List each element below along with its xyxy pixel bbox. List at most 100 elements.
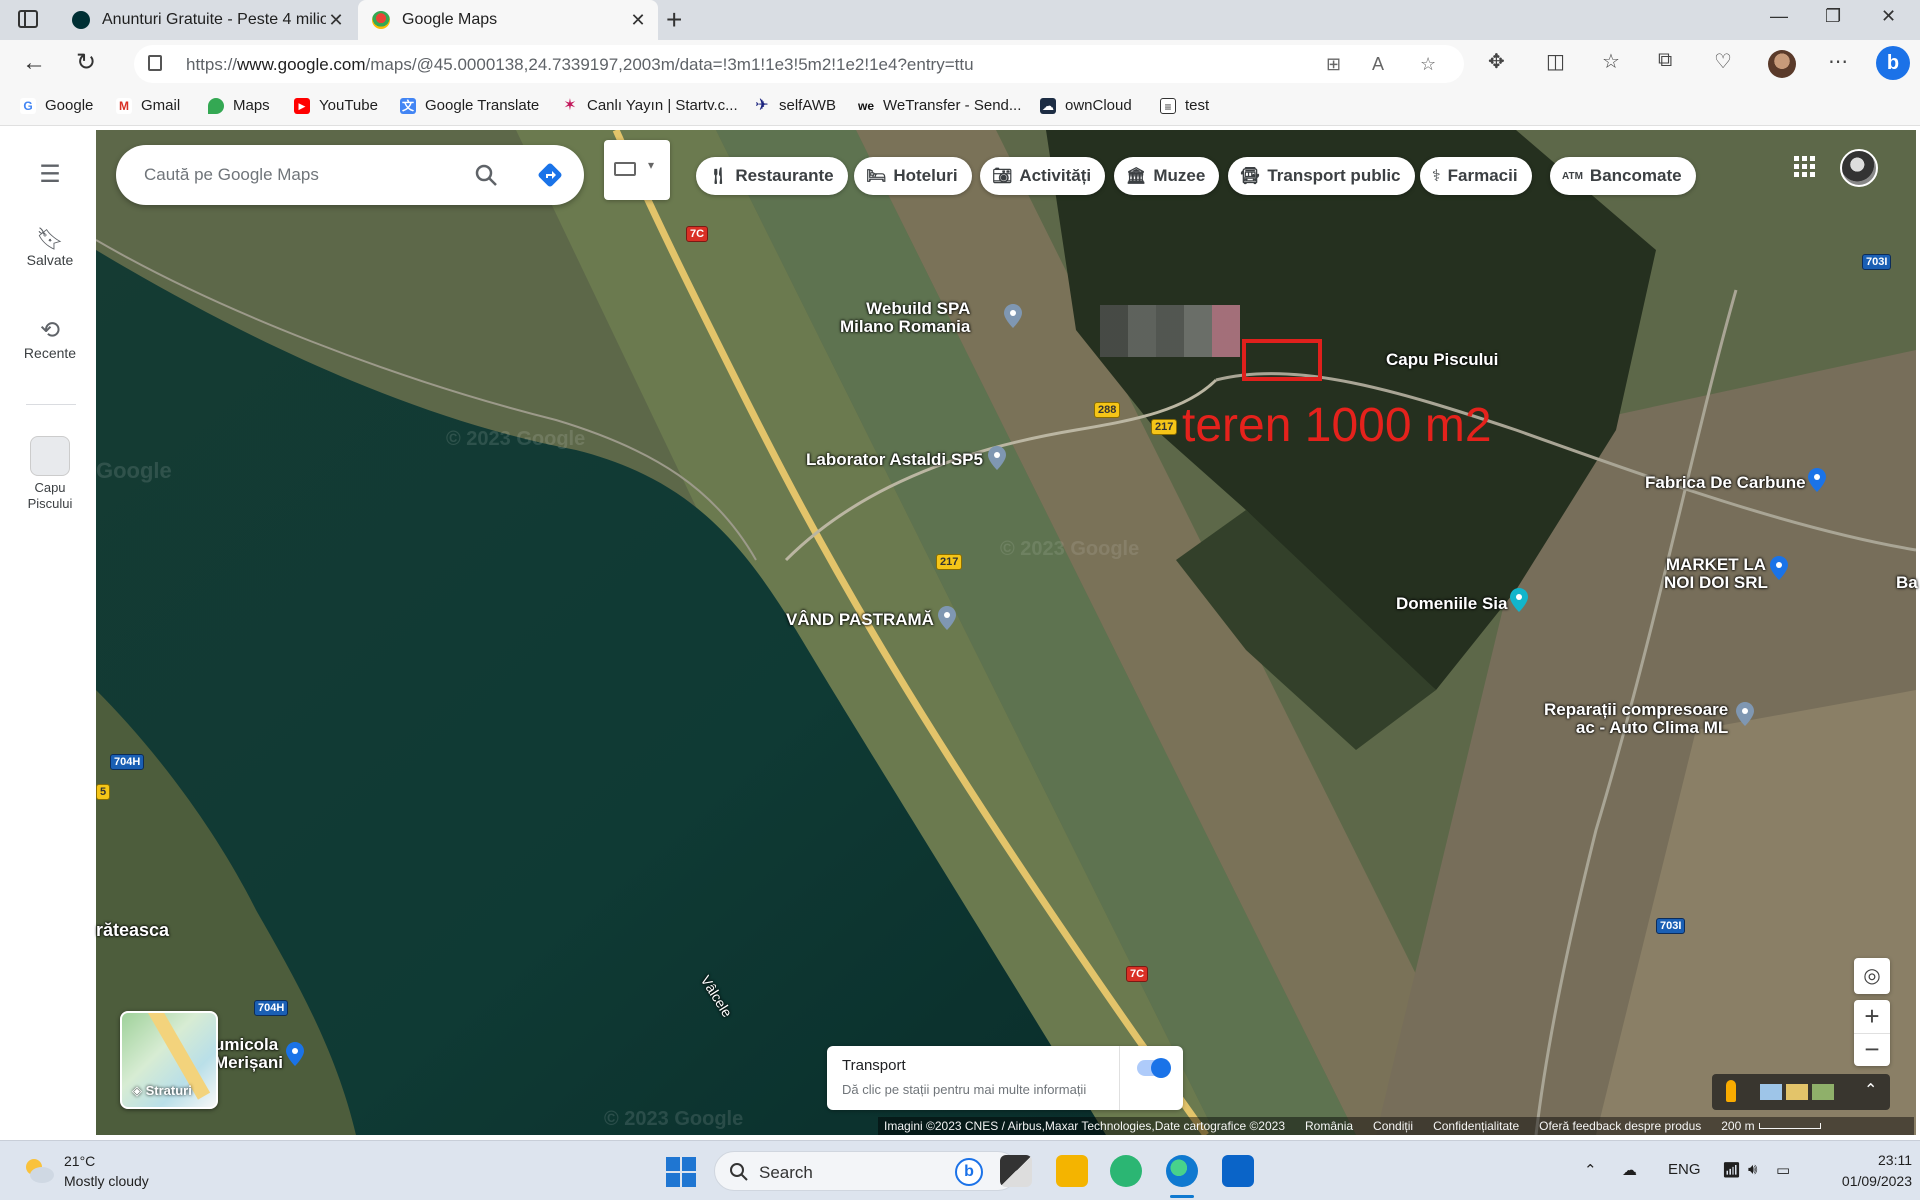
chip-restaurante[interactable]: 🍴︎ Restaurante xyxy=(696,157,848,195)
place-pin-icon[interactable] xyxy=(938,606,956,630)
place-label-frateasca[interactable]: răteasca xyxy=(96,921,169,939)
directions-icon[interactable] xyxy=(536,161,564,189)
taskbar-search[interactable]: Search b xyxy=(714,1151,1018,1191)
clock-date[interactable]: 01/09/2023 xyxy=(1816,1173,1912,1189)
shopping-pin-icon[interactable] xyxy=(1808,468,1826,492)
favorite-star-icon[interactable]: ☆ xyxy=(1420,54,1436,75)
chip-muzee[interactable]: 🏛︎ Muzee xyxy=(1114,157,1220,195)
search-input[interactable]: Caută pe Google Maps xyxy=(144,165,319,185)
new-tab-icon[interactable]: + xyxy=(666,4,682,36)
bookmark-maps[interactable]: Maps xyxy=(208,97,270,114)
recent-place-capu-piscului[interactable]: Capu Piscului xyxy=(4,436,96,512)
split-screen-icon[interactable]: ◫ xyxy=(1546,49,1565,74)
tab-google-maps[interactable]: Google Maps ✕ xyxy=(358,0,658,40)
tab-close-icon[interactable]: ✕ xyxy=(326,10,346,31)
google-apps-icon[interactable] xyxy=(1794,156,1816,178)
start-windows-icon[interactable] xyxy=(666,1157,696,1187)
profile-avatar[interactable] xyxy=(1768,50,1796,78)
bookmark-startv[interactable]: ✶ Canlı Yayın | Startv.c... xyxy=(562,97,737,114)
place-label-reparatii[interactable]: Reparații compresoare ac - Auto Clima ML xyxy=(1544,701,1728,737)
restore-icon[interactable]: ❐ xyxy=(1825,6,1841,27)
url-text[interactable]: https://www.google.com/maps/@45.0000138,… xyxy=(186,55,974,75)
place-label-domeniile-sia[interactable]: Domeniile Sia xyxy=(1396,595,1507,613)
weather-temperature[interactable]: 21°C xyxy=(64,1153,95,1169)
place-pin-icon[interactable] xyxy=(988,446,1006,470)
footer-privacy-link[interactable]: Confidențialitate xyxy=(1433,1119,1519,1133)
back-icon[interactable]: ← xyxy=(22,48,46,78)
place-pin-icon[interactable] xyxy=(1736,702,1754,726)
clock-time[interactable]: 23:11 xyxy=(1860,1152,1912,1168)
pegman-icon[interactable] xyxy=(1726,1080,1736,1102)
footer-feedback-link[interactable]: Oferă feedback despre produs xyxy=(1539,1119,1701,1133)
bookmark-selfawb[interactable]: ✈ selfAWB xyxy=(754,97,836,114)
chip-hoteluri[interactable]: 🛏︎ Hoteluri xyxy=(854,157,972,195)
bookmark-youtube[interactable]: ▶ YouTube xyxy=(294,97,378,114)
transport-layer-card[interactable]: Transport Dă clic pe stații pentru mai m… xyxy=(827,1046,1183,1110)
chip-farmacii[interactable]: ⚕︎ Farmacii xyxy=(1420,157,1532,195)
satellite-map[interactable] xyxy=(96,130,1916,1135)
bookmark-test[interactable]: ≡ test xyxy=(1160,97,1209,114)
place-label-pastrama[interactable]: VÂND PASTRAMĂ xyxy=(786,611,934,629)
imagery-thumb-icon[interactable] xyxy=(1812,1084,1834,1100)
chip-bancomate[interactable]: ATM Bancomate xyxy=(1550,157,1696,195)
saved-button[interactable]: 🔖︎ Salvate xyxy=(4,226,96,268)
lock-icon[interactable] xyxy=(148,55,162,71)
wifi-icon[interactable]: 📶︎ xyxy=(1722,1161,1741,1179)
place-label-capu-piscului[interactable]: Capu Piscului xyxy=(1386,351,1498,369)
chip-transport-public[interactable]: 🚍︎ Transport public xyxy=(1228,157,1415,195)
edge-browser-icon[interactable] xyxy=(1166,1155,1198,1187)
transport-toggle[interactable] xyxy=(1137,1058,1171,1078)
sidebar-toggle-icon[interactable] xyxy=(18,10,38,28)
place-pin-icon[interactable] xyxy=(1004,304,1022,328)
bookmark-translate[interactable]: 文 Google Translate xyxy=(400,97,539,114)
zoom-out-icon[interactable]: − xyxy=(1854,1033,1890,1066)
my-location-icon[interactable]: ◎ xyxy=(1854,958,1890,994)
shopping-pin-icon[interactable] xyxy=(286,1042,304,1066)
tab-olx[interactable]: Anunturi Gratuite - Peste 4 milio ✕ xyxy=(60,0,356,40)
input-tools-button[interactable]: ▾ xyxy=(604,140,670,200)
footer-terms-link[interactable]: Condiții xyxy=(1373,1119,1413,1133)
expand-up-icon[interactable]: ⌃ xyxy=(1864,1080,1877,1100)
place-label-market[interactable]: MARKET LA NOI DOI SRL xyxy=(1664,556,1768,592)
weather-condition[interactable]: Mostly cloudy xyxy=(64,1173,149,1189)
imagery-thumb-icon[interactable] xyxy=(1760,1084,1782,1100)
zoom-in-icon[interactable]: + xyxy=(1854,1000,1890,1033)
camera-pin-icon[interactable] xyxy=(1510,588,1528,612)
place-label-astaldi[interactable]: Laborator Astaldi SP5 xyxy=(806,451,983,469)
place-label-merisani[interactable]: umicola Merișani xyxy=(214,1036,283,1072)
outlook-icon[interactable] xyxy=(1222,1155,1254,1187)
weather-cloudy-icon[interactable] xyxy=(22,1155,56,1185)
more-menu-icon[interactable]: ⋯ xyxy=(1828,49,1848,74)
language-indicator[interactable]: ENG xyxy=(1668,1161,1701,1178)
collections-icon[interactable]: ⧉ xyxy=(1658,49,1672,72)
bing-copilot-icon[interactable]: b xyxy=(1876,46,1910,80)
footer-country[interactable]: România xyxy=(1305,1119,1353,1133)
favorites-icon[interactable]: ☆ xyxy=(1602,49,1620,74)
file-explorer-icon[interactable] xyxy=(1056,1155,1088,1187)
account-avatar[interactable] xyxy=(1840,149,1878,187)
bookmark-owncloud[interactable]: ☁ ownCloud xyxy=(1040,97,1132,114)
bookmark-google[interactable]: G Google xyxy=(20,97,93,114)
task-view-icon[interactable] xyxy=(1000,1155,1032,1187)
recent-button[interactable]: ⟲ Recente xyxy=(4,316,96,361)
imagery-thumb-icon[interactable] xyxy=(1786,1084,1808,1100)
onedrive-cloud-icon[interactable]: ☁ xyxy=(1622,1161,1637,1179)
chip-activitati[interactable]: 📷︎ Activități xyxy=(980,157,1106,195)
close-window-icon[interactable]: ✕ xyxy=(1881,6,1896,27)
app-available-icon[interactable]: ⊞ xyxy=(1326,54,1341,75)
scale-label[interactable]: 200 m xyxy=(1721,1119,1754,1133)
reload-icon[interactable]: ↻ xyxy=(76,48,96,78)
layers-button[interactable]: ◈ Straturi xyxy=(120,1011,218,1109)
bookmark-gmail[interactable]: M Gmail xyxy=(116,97,180,114)
bing-chat-icon[interactable]: b xyxy=(955,1158,983,1186)
extensions-icon[interactable]: ✥ xyxy=(1488,49,1505,74)
tab-close-icon[interactable]: ✕ xyxy=(628,10,648,31)
minimize-icon[interactable]: — xyxy=(1770,6,1788,27)
wechat-icon[interactable] xyxy=(1110,1155,1142,1187)
read-aloud-icon[interactable]: A xyxy=(1372,54,1384,75)
bookmark-wetransfer[interactable]: we WeTransfer - Send... xyxy=(858,97,1021,114)
browser-essentials-icon[interactable]: ♡ xyxy=(1714,49,1732,74)
search-icon[interactable] xyxy=(474,163,498,187)
maps-search-box[interactable]: Caută pe Google Maps xyxy=(116,145,584,205)
battery-icon[interactable]: ▭ xyxy=(1776,1161,1790,1179)
